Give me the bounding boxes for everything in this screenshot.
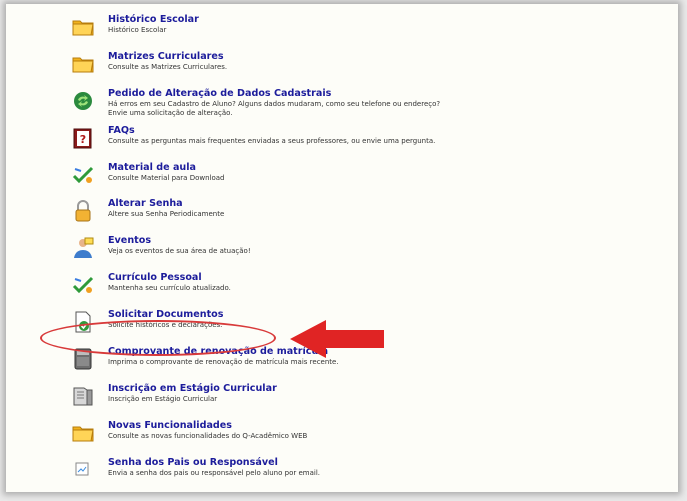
menu-item-text: Material de aula Consulte Material para D… [108, 162, 448, 183]
menu-item-alterar-senha[interactable]: Alterar Senha Altere sua Senha Periodicam… [70, 196, 430, 233]
menu-item-text: Inscrição em Estágio Curricular Inscrição… [108, 383, 448, 404]
menu-item-title-link[interactable]: FAQs [108, 125, 448, 136]
recycle-icon[interactable] [70, 88, 96, 114]
menu-item-text: FAQs Consulte as perguntas mais frequente… [108, 125, 448, 146]
menu-item-pedido-de-alteracao-de-dados-cadastrais[interactable]: Pedido de Alteração de Dados Cadastrais H… [70, 86, 440, 123]
svg-text:?: ? [80, 133, 86, 146]
lock-icon[interactable] [70, 198, 96, 224]
menu-item-text: Matrizes Curriculares Consulte as Matrize… [108, 51, 448, 72]
menu-item-senha-dos-pais-ou-responsavel[interactable]: Senha dos Pais ou Responsável Envia a sen… [70, 455, 430, 492]
book-icon[interactable] [70, 383, 96, 409]
menu-item-title-link[interactable]: Inscrição em Estágio Curricular [108, 383, 448, 394]
download-check-icon[interactable] [70, 272, 96, 298]
download-check-icon[interactable] [70, 162, 96, 188]
content-panel: Histórico Escolar Histórico Escolar Matriz… [6, 4, 678, 492]
menu-item-title-link[interactable]: Material de aula [108, 162, 448, 173]
menu-item-title-link[interactable]: Eventos [108, 235, 448, 246]
menu-item-faqs[interactable]: ? FAQs Consulte as perguntas mais frequent… [70, 123, 435, 160]
menu-item-description: Imprima o comprovante de renovação de ma… [108, 358, 339, 367]
menu-item-title-link[interactable]: Histórico Escolar [108, 14, 448, 25]
menu-item-novas-funcionalidades[interactable]: Novas Funcionalidades Consulte as novas f… [70, 418, 430, 455]
menu-item-material-de-aula[interactable]: Material de aula Consulte Material para D… [70, 160, 430, 197]
red-arrow-icon [290, 320, 384, 358]
menu-item-curriculo-pessoal[interactable]: Currículo Pessoal Mantenha seu currículo … [70, 270, 430, 307]
menu-item-description: Consulte Material para Download [108, 173, 225, 182]
menu-item-text: Senha dos Pais ou Responsável Envia a sen… [108, 457, 448, 478]
menu-item-description: Envia a senha dos pais ou responsável pe… [108, 468, 320, 477]
student-services-menu: Histórico Escolar Histórico Escolar Matriz… [70, 12, 440, 492]
menu-item-text: Novas Funcionalidades Consulte as novas f… [108, 420, 448, 441]
menu-item-title-link[interactable]: Alterar Senha [108, 198, 448, 209]
menu-item-text: Alterar Senha Altere sua Senha Periodicam… [108, 198, 448, 219]
menu-item-description: Histórico Escolar [108, 26, 167, 34]
highlight-ellipse [40, 320, 276, 356]
menu-item-title-link[interactable]: Pedido de Alteração de Dados Cadastrais [108, 88, 448, 99]
help-book-icon[interactable]: ? [70, 125, 96, 151]
menu-item-title-link[interactable]: Solicitar Documentos [108, 309, 448, 320]
menu-item-matrizes-curriculares[interactable]: Matrizes Curriculares Consulte as Matrize… [70, 49, 430, 86]
menu-item-description: Altere sua Senha Periodicamente [108, 210, 225, 219]
menu-item-description: Mantenha seu currículo atualizado. [108, 284, 231, 293]
menu-item-description: Consulte as novas funcionalidades do Q-A… [108, 431, 308, 440]
folder-icon[interactable] [70, 420, 96, 446]
folder-icon[interactable] [70, 51, 96, 77]
menu-item-title-link[interactable]: Novas Funcionalidades [108, 420, 448, 431]
person-event-icon[interactable] [70, 235, 96, 261]
menu-item-text: Currículo Pessoal Mantenha seu currículo … [108, 272, 448, 293]
menu-item-description: Consulte as Matrizes Curriculares. [108, 62, 228, 71]
folder-icon[interactable] [70, 14, 96, 40]
menu-item-eventos[interactable]: Eventos Veja os eventos de sua área de at… [70, 233, 430, 270]
menu-item-description: Veja os eventos de sua área de atuação! [108, 247, 251, 256]
menu-item-description: Consulte as perguntas mais frequentes en… [108, 136, 436, 145]
menu-item-title-link[interactable]: Currículo Pessoal [108, 272, 448, 283]
broken-image-icon[interactable] [70, 457, 96, 483]
menu-item-text: Pedido de Alteração de Dados Cadastrais H… [108, 88, 448, 118]
menu-item-text: Eventos Veja os eventos de sua área de at… [108, 235, 448, 256]
menu-item-text: Histórico Escolar Histórico Escolar [108, 14, 448, 35]
menu-item-inscricao-em-estagio-curricular[interactable]: Inscrição em Estágio Curricular Inscrição… [70, 381, 430, 418]
menu-item-title-link[interactable]: Senha dos Pais ou Responsável [108, 457, 448, 468]
menu-item-historico-escolar[interactable]: Histórico Escolar Histórico Escolar [70, 12, 430, 49]
menu-item-description: Inscrição em Estágio Curricular [108, 394, 218, 403]
menu-item-description: Há erros em seu Cadastro de Aluno? Algun… [108, 99, 441, 117]
menu-item-title-link[interactable]: Matrizes Curriculares [108, 51, 448, 62]
